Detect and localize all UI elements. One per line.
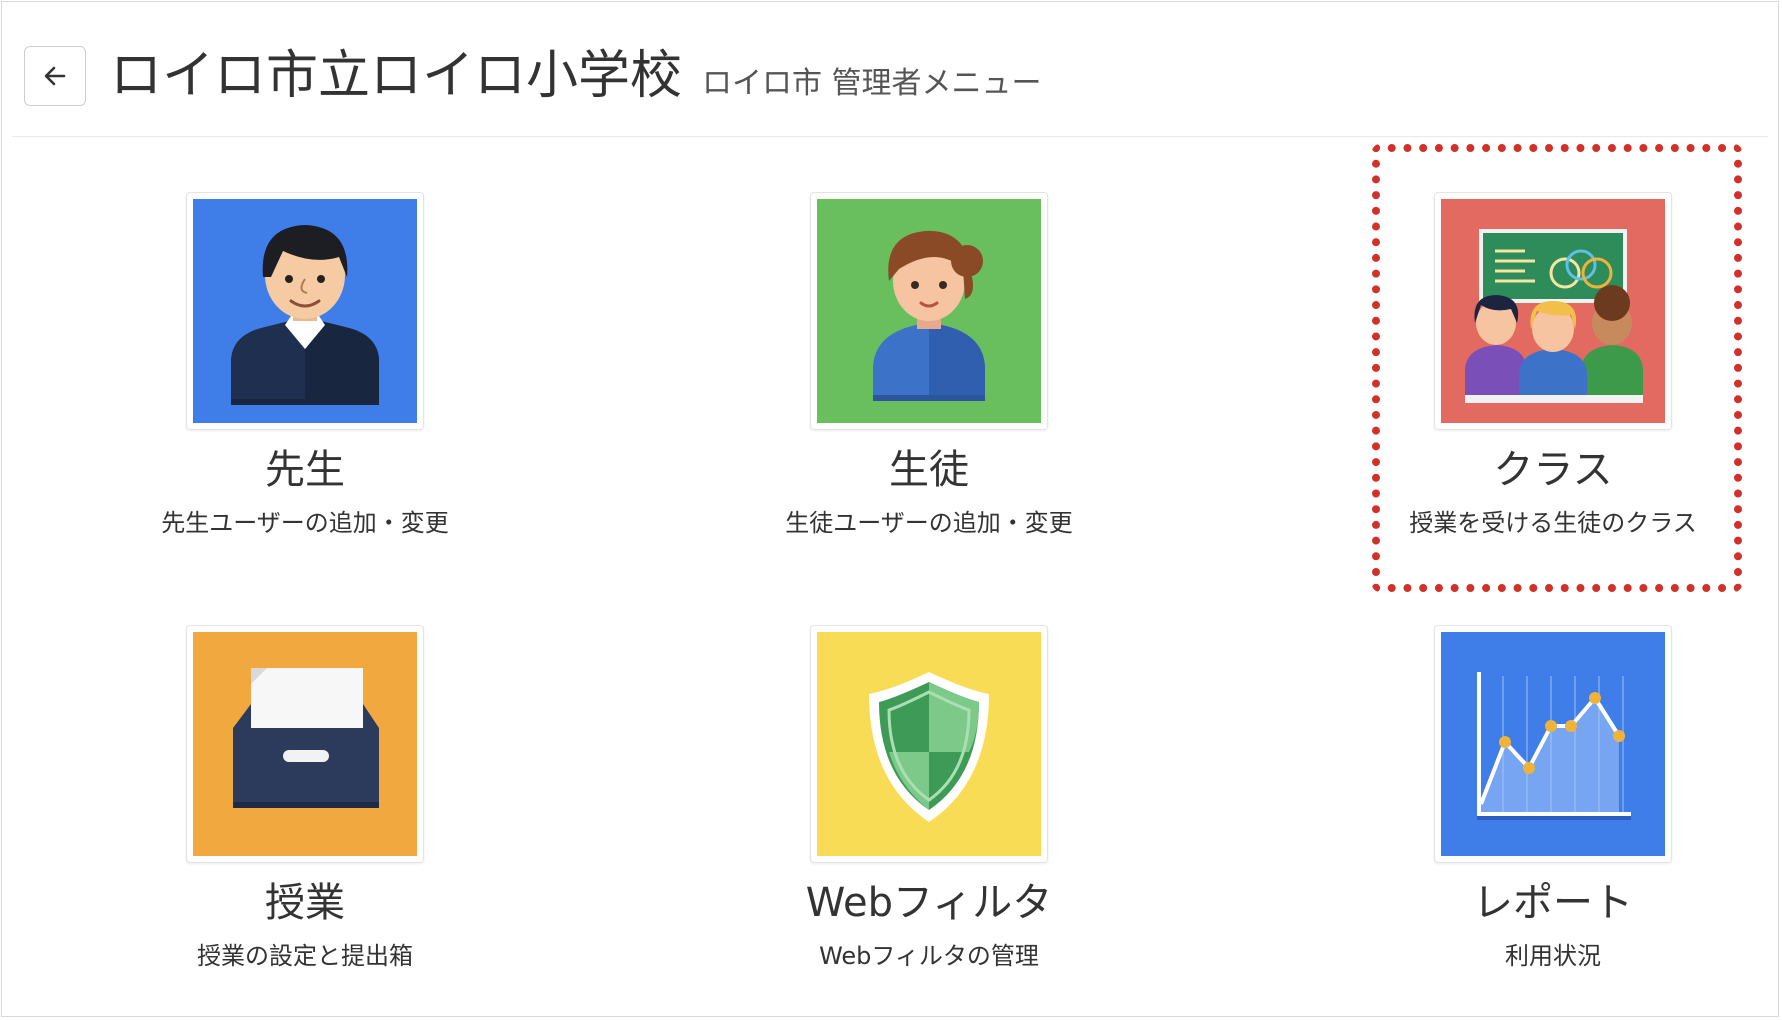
page-title: ロイロ市立ロイロ小学校	[110, 46, 683, 106]
web-filter-card	[810, 625, 1048, 863]
tile-description: 生徒ユーザーの追加・変更	[785, 509, 1073, 537]
tile-description: Webフィルタの管理	[819, 942, 1039, 970]
tile-label: 先生	[265, 447, 345, 493]
class-icon	[1441, 199, 1665, 423]
back-button[interactable]	[24, 46, 86, 106]
teacher-card	[186, 192, 424, 430]
line-chart-icon	[1441, 632, 1665, 856]
tile-report[interactable]: レポート 利用状況	[1363, 625, 1743, 973]
tile-student[interactable]: 生徒 生徒ユーザーの追加・変更	[739, 192, 1119, 540]
tile-class[interactable]: クラス 授業を受ける生徒のクラス	[1363, 192, 1743, 540]
page-subtitle: ロイロ市 管理者メニュー	[702, 66, 1042, 101]
report-card	[1434, 625, 1672, 863]
tile-description: 授業を受ける生徒のクラス	[1409, 509, 1697, 537]
archive-box-icon	[193, 632, 417, 856]
shield-icon	[817, 632, 1041, 856]
header: ロイロ市立ロイロ小学校 ロイロ市 管理者メニュー	[12, 0, 1768, 137]
tile-teacher[interactable]: 先生 先生ユーザーの追加・変更	[115, 192, 495, 540]
tile-description: 利用状況	[1505, 942, 1601, 970]
class-card	[1434, 192, 1672, 430]
tile-description: 先生ユーザーの追加・変更	[161, 509, 449, 537]
tile-label: 生徒	[889, 447, 969, 493]
lesson-card	[186, 625, 424, 863]
tile-label: クラス	[1493, 447, 1613, 493]
tile-label: Webフィルタ	[805, 880, 1053, 926]
tile-label: レポート	[1473, 880, 1633, 926]
student-icon	[817, 199, 1041, 423]
student-card	[810, 192, 1048, 430]
tile-lesson[interactable]: 授業 授業の設定と提出箱	[115, 625, 495, 973]
tile-label: 授業	[265, 880, 345, 926]
tile-description: 授業の設定と提出箱	[197, 942, 413, 970]
arrow-left-icon	[44, 66, 66, 86]
tile-web-filter[interactable]: Webフィルタ Webフィルタの管理	[739, 625, 1119, 973]
teacher-icon	[193, 199, 417, 423]
